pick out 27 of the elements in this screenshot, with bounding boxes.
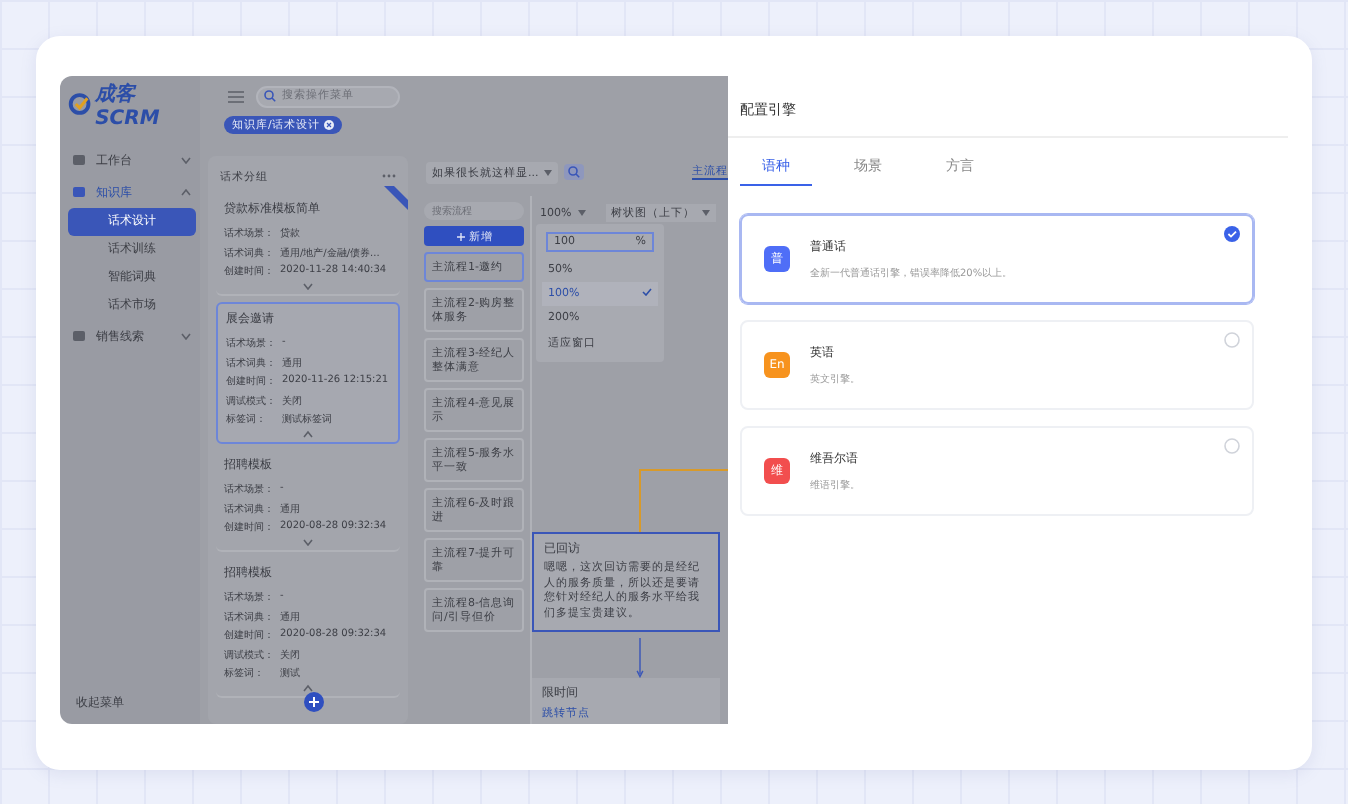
- menu-icon[interactable]: [228, 89, 244, 103]
- caret-icon: [701, 210, 710, 216]
- connector-line: [632, 638, 648, 678]
- search-button[interactable]: [564, 164, 585, 180]
- app-logo: 成客SCRM: [95, 80, 162, 129]
- chevron-icon[interactable]: [302, 282, 314, 290]
- chevron-icon[interactable]: [302, 538, 314, 546]
- radio-icon[interactable]: [1224, 226, 1240, 242]
- chevron-icon: [180, 332, 192, 340]
- radio-icon[interactable]: [1224, 332, 1240, 348]
- search-icon: [264, 90, 276, 102]
- chevron-icon[interactable]: [302, 430, 314, 438]
- radio-icon[interactable]: [1224, 438, 1240, 454]
- chevron-icon: [180, 188, 192, 196]
- plus-icon: [455, 231, 465, 241]
- add-button[interactable]: [304, 692, 324, 712]
- close-icon[interactable]: [323, 120, 334, 130]
- chevron-icon[interactable]: [302, 684, 314, 692]
- chevron-icon: [180, 156, 192, 164]
- caret-icon: [544, 169, 553, 175]
- caret-icon: [577, 210, 586, 216]
- logo-icon: [68, 92, 92, 116]
- connector-line: [636, 468, 728, 536]
- menu-item-icon: [72, 329, 86, 343]
- menu-item-icon: [72, 185, 86, 199]
- menu-item-icon: [72, 153, 86, 167]
- check-icon: [642, 288, 652, 296]
